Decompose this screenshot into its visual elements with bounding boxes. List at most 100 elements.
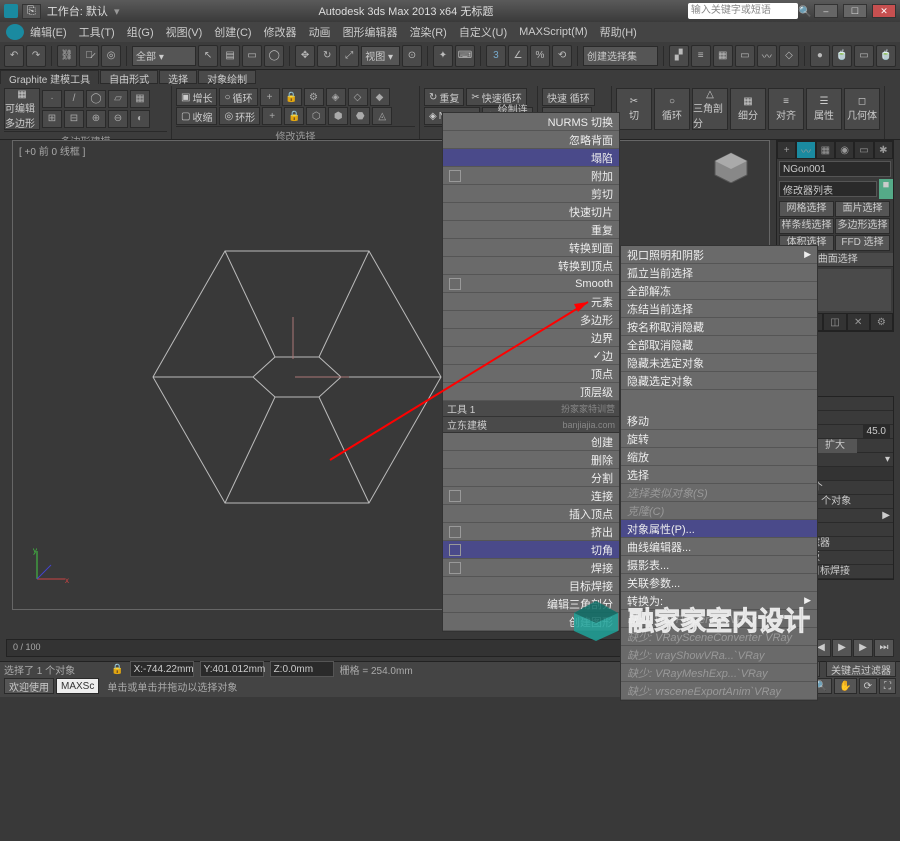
layers-button[interactable]: ▦ bbox=[713, 45, 733, 67]
cp-util-icon[interactable]: ✱ bbox=[874, 141, 893, 159]
ctx-vertex[interactable]: 顶点 bbox=[443, 365, 619, 383]
ctx-targetweld[interactable]: 目标焊接 bbox=[443, 577, 619, 595]
ctx-element[interactable]: 元素 bbox=[443, 293, 619, 311]
sel-poly-button[interactable]: 多边形选择 bbox=[835, 218, 890, 234]
ctx-convvert[interactable]: 转换到顶点 bbox=[443, 257, 619, 275]
ctx-nurms[interactable]: NURMS 切换 bbox=[443, 113, 619, 131]
sub-objprops[interactable]: 对象属性(P)... bbox=[621, 520, 817, 538]
ctx-attach[interactable]: 附加 bbox=[443, 167, 619, 185]
sb-keyfilter[interactable]: 关键点过滤器 bbox=[826, 661, 896, 677]
menu-script[interactable]: MAXScript(M) bbox=[519, 26, 587, 38]
play-end-icon[interactable]: ⏭ bbox=[874, 639, 894, 657]
sub-select[interactable]: 选择 bbox=[621, 466, 817, 484]
ctx-edge[interactable]: ✓ 边 bbox=[443, 347, 619, 365]
t8-icon[interactable]: ◬ bbox=[372, 107, 392, 125]
tab-objpaint[interactable]: 对象绘制 bbox=[198, 70, 256, 84]
ctx-split[interactable]: 分割 bbox=[443, 469, 619, 487]
stack-unique-icon[interactable]: ◫ bbox=[823, 313, 846, 331]
vert-icon[interactable]: · bbox=[42, 90, 62, 108]
sub-wireparam[interactable]: 关联参数... bbox=[621, 574, 817, 592]
sb-y[interactable]: Y:401.012mm bbox=[200, 661, 264, 677]
sb-maxscript[interactable]: MAXSc bbox=[56, 678, 99, 694]
menu-anim[interactable]: 动画 bbox=[309, 24, 331, 40]
tab-freeform[interactable]: 自由形式 bbox=[100, 70, 158, 84]
select-button[interactable]: ↖ bbox=[198, 45, 218, 67]
epoly-button[interactable]: ▦可编辑多边形 bbox=[4, 88, 40, 130]
detach-icon[interactable]: ⊖ bbox=[108, 110, 128, 128]
loop-lock-icon[interactable]: 🔒 bbox=[282, 88, 302, 106]
bind-button[interactable]: ◎ bbox=[101, 45, 121, 67]
ctx-ignore-back[interactable]: 忽略背面 bbox=[443, 131, 619, 149]
tool2-icon[interactable]: ◈ bbox=[326, 88, 346, 106]
cp-create-icon[interactable]: + bbox=[777, 141, 796, 159]
sub-hidesel[interactable]: 隐藏选定对象 bbox=[621, 372, 817, 390]
undo-button[interactable]: ↶ bbox=[4, 45, 24, 67]
object-name-field[interactable]: NGon001 bbox=[779, 161, 891, 177]
sub-lighting[interactable]: 视口照明和阴影▶ bbox=[621, 246, 817, 264]
ctx-quickslice[interactable]: 快速切片 bbox=[443, 203, 619, 221]
select-filter-dropdown[interactable]: 全部 ▾ bbox=[132, 46, 196, 66]
play-next-icon[interactable]: ▶ bbox=[853, 639, 873, 657]
modifier-color-swatch[interactable]: ■ bbox=[879, 179, 893, 199]
ctx-extrude[interactable]: 挤出 bbox=[443, 523, 619, 541]
tab-selection[interactable]: 选择 bbox=[159, 70, 197, 84]
sb-welcome[interactable]: 欢迎使用 bbox=[4, 678, 54, 694]
app-menu-icon[interactable] bbox=[6, 24, 24, 40]
maximize-button[interactable]: ☐ bbox=[843, 4, 867, 18]
cp-modify-icon[interactable]: 〰 bbox=[796, 141, 815, 159]
sb-orbit-icon[interactable]: ⟳ bbox=[859, 678, 877, 694]
viewcube-icon[interactable] bbox=[711, 151, 751, 183]
sub-unhideall[interactable]: 全部取消隐藏 bbox=[621, 336, 817, 354]
t5-icon[interactable]: ⬡ bbox=[306, 107, 326, 125]
tool3-icon[interactable]: ◇ bbox=[348, 88, 368, 106]
ctx-cut[interactable]: 剪切 bbox=[443, 185, 619, 203]
sel-ffd-button[interactable]: FFD 选择 bbox=[835, 235, 890, 251]
ctx-chamfer[interactable]: 切角 bbox=[443, 541, 619, 559]
select-paint-button[interactable]: ◯ bbox=[264, 45, 284, 67]
ctx-border[interactable]: 边界 bbox=[443, 329, 619, 347]
move-button[interactable]: ✥ bbox=[295, 45, 315, 67]
render-button[interactable]: 🍵 bbox=[876, 45, 896, 67]
ring-plus-icon[interactable]: + bbox=[262, 107, 282, 125]
crash-handler-icon[interactable]: ⎘ bbox=[22, 4, 41, 19]
align-big-button[interactable]: ≡对齐 bbox=[768, 88, 804, 130]
elem-icon[interactable]: ▦ bbox=[130, 90, 150, 108]
ctx-collapse[interactable]: 塌陷 bbox=[443, 149, 619, 167]
menu-view[interactable]: 视图(V) bbox=[166, 24, 203, 40]
tool4-icon[interactable]: ◆ bbox=[370, 88, 390, 106]
ctx-top[interactable]: 顶层级 bbox=[443, 383, 619, 401]
binoculars-icon[interactable]: 🔍 bbox=[798, 5, 812, 18]
curve-editor-button[interactable]: 〰 bbox=[757, 45, 777, 67]
select-rect-button[interactable]: ▭ bbox=[242, 45, 262, 67]
sub-freeze[interactable]: 冻结当前选择 bbox=[621, 300, 817, 318]
ctx-poly[interactable]: 多边形 bbox=[443, 311, 619, 329]
align-button[interactable]: ≡ bbox=[691, 45, 711, 67]
mirror-button[interactable]: ▞ bbox=[669, 45, 689, 67]
menu-render[interactable]: 渲染(R) bbox=[410, 24, 447, 40]
loop-button[interactable]: ○ 循环 bbox=[219, 88, 257, 106]
sub-scale[interactable]: 缩放 bbox=[621, 448, 817, 466]
stack-config-icon[interactable]: ⚙ bbox=[870, 313, 893, 331]
named-selection-dropdown[interactable]: 创建选择集 bbox=[583, 46, 658, 66]
pivot-button[interactable]: ⊙ bbox=[402, 45, 422, 67]
menu-create[interactable]: 创建(C) bbox=[214, 24, 251, 40]
search-input[interactable]: 输入关键字或短语 bbox=[688, 3, 798, 19]
ring-lock-icon[interactable]: 🔒 bbox=[284, 107, 304, 125]
collapse-icon[interactable]: ⊟ bbox=[64, 110, 84, 128]
menu-help[interactable]: 帮助(H) bbox=[600, 24, 637, 40]
schematic-button[interactable]: ◇ bbox=[779, 45, 799, 67]
border-icon[interactable]: ◯ bbox=[86, 90, 106, 108]
sub-isolate[interactable]: 孤立当前选择 bbox=[621, 264, 817, 282]
ctx-create[interactable]: 创建 bbox=[443, 433, 619, 451]
geom-big-button[interactable]: ◻几何体 bbox=[844, 88, 880, 130]
tool-icon[interactable]: ⚙ bbox=[304, 88, 324, 106]
sub-rotate[interactable]: 旋转 bbox=[621, 430, 817, 448]
keymode-button[interactable]: ⌨ bbox=[455, 45, 475, 67]
tri-big-button[interactable]: △三角剖分 bbox=[692, 88, 728, 130]
ctx-smooth[interactable]: Smooth bbox=[443, 275, 619, 293]
repeat-button[interactable]: ↻ 重复 bbox=[424, 88, 464, 106]
material-editor-button[interactable]: ● bbox=[810, 45, 830, 67]
fastloop2-button[interactable]: 快速 循环 bbox=[542, 88, 595, 106]
poly-icon[interactable]: ▱ bbox=[108, 90, 128, 108]
workspace-label[interactable]: 工作台: 默认 bbox=[41, 3, 114, 19]
